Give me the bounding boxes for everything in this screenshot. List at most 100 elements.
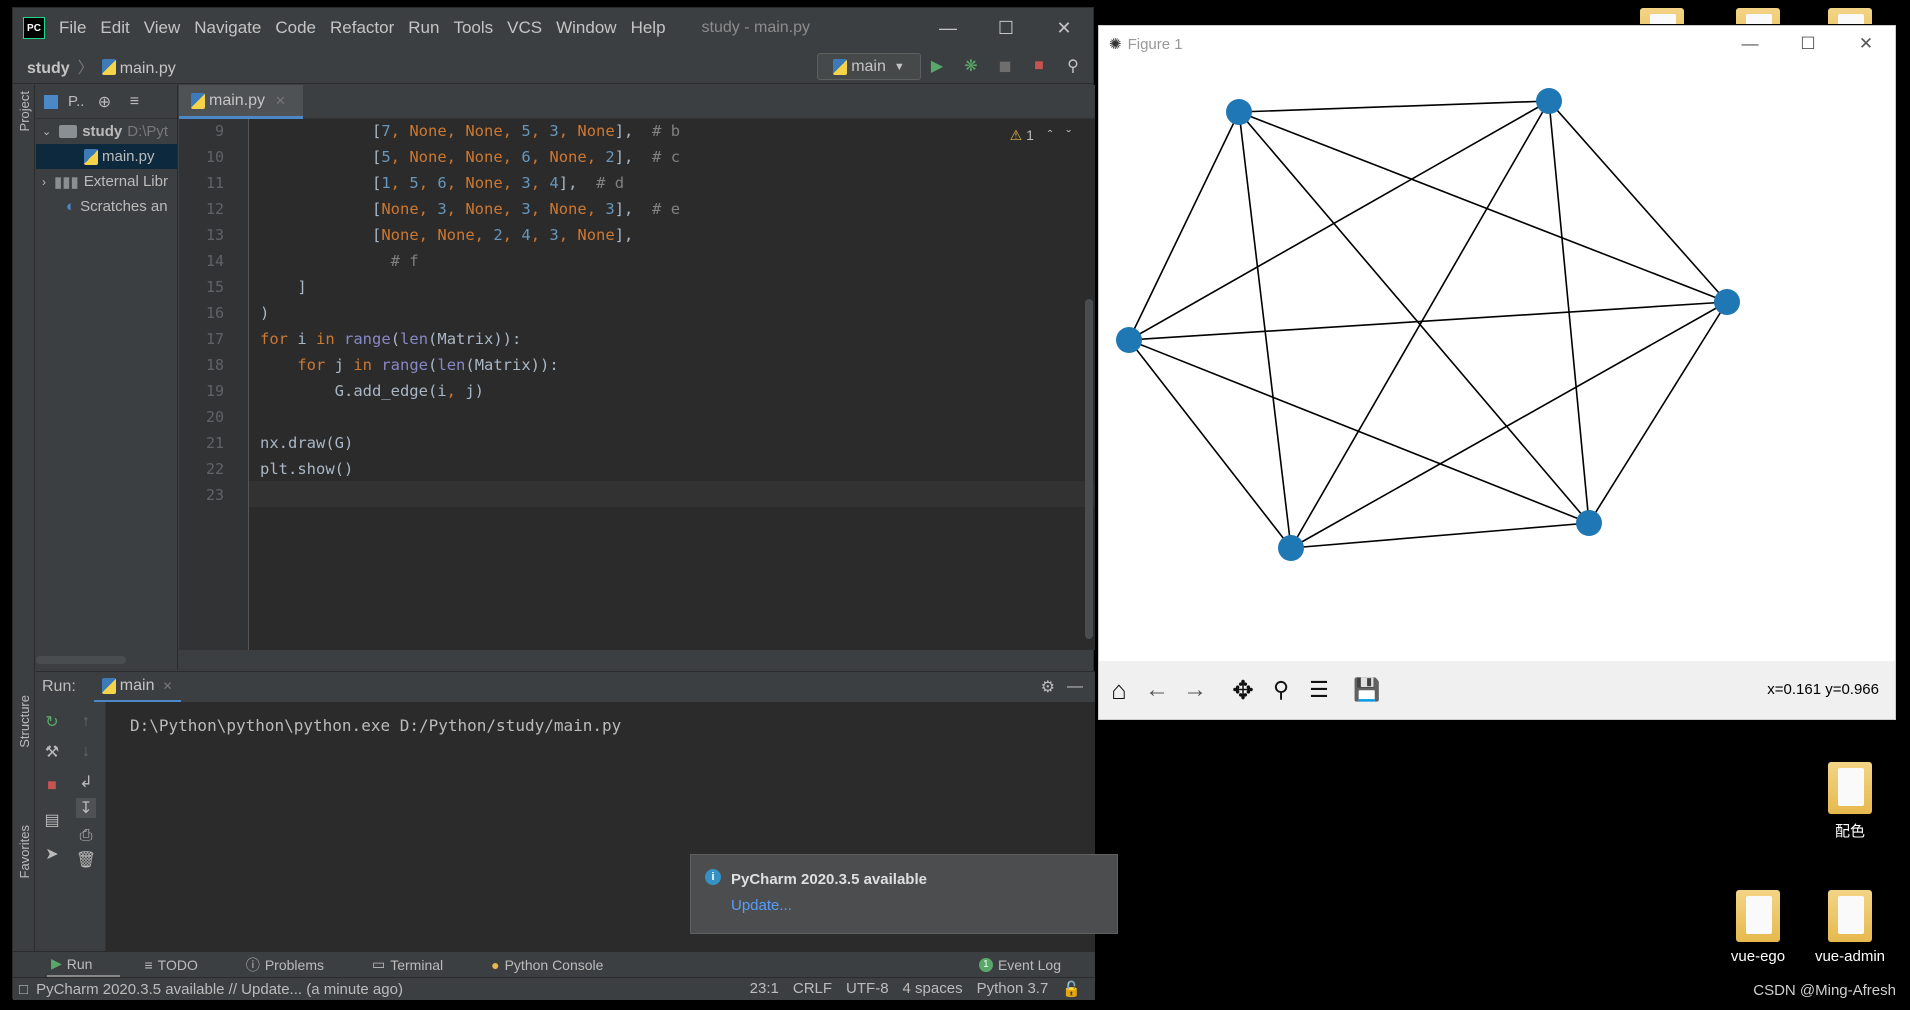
- chevron-up-icon[interactable]: ˆ: [1048, 127, 1053, 143]
- indent-setting[interactable]: 4 spaces: [903, 980, 963, 998]
- tool-event-log[interactable]: 1 Event Log: [978, 957, 1085, 973]
- desktop-icon-vue-ego[interactable]: vue-ego: [1718, 890, 1798, 965]
- desktop-icon-top-2[interactable]: [1718, 8, 1798, 24]
- pin-icon[interactable]: ➤: [42, 844, 62, 864]
- menu-view[interactable]: View: [144, 18, 181, 38]
- pan-icon[interactable]: ✥: [1225, 672, 1261, 708]
- back-arrow-icon[interactable]: ←: [1139, 672, 1175, 708]
- lock-icon[interactable]: 🔓: [1062, 980, 1081, 998]
- desktop-icon-top-3[interactable]: [1810, 8, 1890, 24]
- menu-refactor[interactable]: Refactor: [330, 18, 394, 38]
- stop-icon[interactable]: ■: [42, 776, 62, 796]
- minimize-icon[interactable]: —: [1721, 26, 1779, 62]
- collapse-icon[interactable]: ≡: [124, 92, 144, 112]
- menu-navigate[interactable]: Navigate: [194, 18, 261, 38]
- debug-icon[interactable]: ❋: [961, 56, 981, 76]
- horizontal-scrollbar[interactable]: [36, 656, 126, 664]
- graph-node: [1714, 289, 1740, 315]
- desktop-icon-vue-admin[interactable]: vue-admin: [1810, 890, 1890, 965]
- minimize-icon[interactable]: —: [919, 8, 977, 48]
- toggle-tool-windows-icon[interactable]: □: [19, 981, 28, 998]
- line-separator[interactable]: CRLF: [793, 980, 832, 998]
- search-icon[interactable]: ⚲: [1063, 56, 1083, 76]
- close-icon[interactable]: ✕: [1035, 8, 1093, 48]
- run-configuration-dropdown[interactable]: main ▼: [817, 53, 921, 80]
- close-tab-icon[interactable]: ✕: [275, 93, 286, 109]
- update-notification: i PyCharm 2020.3.5 available Update...: [690, 854, 1118, 934]
- menu-window[interactable]: Window: [556, 18, 616, 38]
- run-tab-main[interactable]: main ✕: [93, 672, 181, 703]
- update-link[interactable]: Update...: [731, 897, 792, 914]
- menu-help[interactable]: Help: [631, 18, 666, 38]
- figure-window: ✺ Figure 1 — ☐ ✕ ⌂ ← → ✥ ⚲ ☰ 💾 x=0.161 y…: [1098, 25, 1896, 720]
- breadcrumb-project[interactable]: study: [27, 60, 70, 77]
- inspection-widget[interactable]: ⚠ 1 ˆ ˇ: [1010, 127, 1071, 144]
- configure-subplots-icon[interactable]: ☰: [1301, 672, 1337, 708]
- graph-canvas[interactable]: [1099, 62, 1895, 661]
- chevron-down-icon[interactable]: ⌄: [42, 125, 51, 138]
- menu-file[interactable]: File: [59, 18, 86, 38]
- print-icon[interactable]: ⎙: [76, 826, 96, 846]
- arrow-up-icon[interactable]: ↑: [76, 712, 96, 732]
- menu-run[interactable]: Run: [408, 18, 439, 38]
- folder-icon: [1828, 762, 1872, 814]
- tab-main-py[interactable]: main.py ✕: [179, 85, 303, 119]
- trash-icon[interactable]: 🗑: [76, 850, 96, 870]
- home-icon[interactable]: ⌂: [1101, 672, 1137, 708]
- chevron-down-icon[interactable]: ˇ: [1066, 127, 1071, 143]
- gear-icon[interactable]: ⚙: [1041, 677, 1055, 697]
- graph-edge: [1588, 301, 1728, 524]
- python-interpreter[interactable]: Python 3.7: [977, 980, 1049, 998]
- layout-icon[interactable]: ▤: [42, 810, 62, 830]
- desktop-icon-peise[interactable]: 配色: [1810, 762, 1890, 841]
- save-icon[interactable]: 💾: [1349, 672, 1385, 708]
- tree-item-scratches[interactable]: ◐ Scratches an: [36, 194, 177, 219]
- desktop-icon-top-1[interactable]: [1622, 8, 1702, 24]
- tree-item-external-libraries[interactable]: › ▮▮▮ External Libr: [36, 169, 177, 194]
- menu-code[interactable]: Code: [275, 18, 316, 38]
- arrow-down-icon[interactable]: ↓: [76, 742, 96, 762]
- menu-tools[interactable]: Tools: [453, 18, 493, 38]
- menu-edit[interactable]: Edit: [100, 18, 129, 38]
- hide-icon[interactable]: —: [1067, 678, 1083, 696]
- close-icon[interactable]: ✕: [1837, 26, 1895, 62]
- tool-run[interactable]: ▶ Run: [47, 952, 121, 977]
- tree-item-main-py[interactable]: main.py: [36, 144, 177, 169]
- file-encoding[interactable]: UTF-8: [846, 980, 889, 998]
- tree-item-label: Scratches an: [80, 198, 168, 215]
- tool-problems-label: Problems: [264, 956, 324, 973]
- project-view-selector[interactable]: P..: [68, 93, 84, 110]
- soft-wrap-icon[interactable]: ↲: [76, 772, 96, 792]
- project-tool-label[interactable]: Project: [17, 91, 32, 131]
- tool-python-console[interactable]: ● Python Console: [491, 957, 627, 973]
- forward-arrow-icon[interactable]: →: [1177, 672, 1213, 708]
- breadcrumb-file[interactable]: main.py: [120, 60, 176, 77]
- maximize-icon[interactable]: ☐: [1779, 26, 1837, 62]
- tool-problems[interactable]: ⓘ Problems: [246, 955, 348, 975]
- code-editor[interactable]: 9 10 11 12 13 14 15 16 17 18 19 20 21 22…: [179, 119, 1095, 650]
- console-output[interactable]: D:\Python\python\python.exe D:/Python/st…: [130, 716, 621, 735]
- zoom-icon[interactable]: ⚲: [1263, 672, 1299, 708]
- favorites-tool-label[interactable]: Favorites: [17, 825, 32, 878]
- coverage-icon[interactable]: ◼: [995, 56, 1015, 76]
- status-message[interactable]: PyCharm 2020.3.5 available // Update... …: [36, 981, 403, 998]
- caret-position[interactable]: 23:1: [750, 980, 779, 998]
- tree-item-study[interactable]: ⌄ study D:\Pyt: [36, 119, 177, 144]
- chevron-right-icon[interactable]: ›: [42, 175, 46, 189]
- close-tab-icon[interactable]: ✕: [162, 679, 172, 693]
- tool-terminal[interactable]: ▭ Terminal: [372, 956, 467, 973]
- scroll-to-end-icon[interactable]: ↧: [76, 798, 96, 818]
- wrench-icon[interactable]: ⚒: [42, 742, 62, 762]
- rerun-icon[interactable]: ↻: [42, 712, 62, 732]
- maximize-icon[interactable]: ☐: [977, 8, 1035, 48]
- code-line: G.add_edge(i, j): [260, 382, 484, 400]
- run-icon[interactable]: ▶: [927, 56, 947, 76]
- stop-icon[interactable]: ■: [1029, 56, 1049, 76]
- vertical-scrollbar[interactable]: [1085, 299, 1093, 639]
- tool-todo[interactable]: ≡ TODO: [144, 957, 221, 973]
- code-line: nx.draw(G): [260, 434, 354, 452]
- structure-tool-label[interactable]: Structure: [17, 695, 32, 748]
- locate-icon[interactable]: ⊕: [94, 92, 114, 112]
- menu-vcs[interactable]: VCS: [507, 18, 542, 38]
- line-number: 14: [205, 252, 224, 270]
